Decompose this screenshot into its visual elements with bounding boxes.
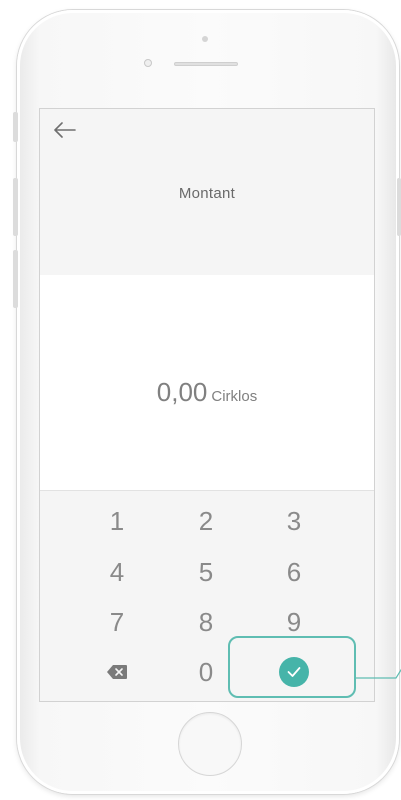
delete-button[interactable] xyxy=(87,652,147,692)
key-3[interactable]: 3 xyxy=(264,501,324,541)
key-1[interactable]: 1 xyxy=(87,501,147,541)
key-5[interactable]: 5 xyxy=(176,552,236,592)
arrow-left-icon xyxy=(54,122,76,138)
key-0[interactable]: 0 xyxy=(176,652,236,692)
back-button[interactable] xyxy=(52,117,78,143)
home-button[interactable] xyxy=(178,712,242,776)
volume-down-button xyxy=(13,250,18,308)
app-screen: Montant 0,00 Cirklos 1 2 3 4 5 6 7 8 9 0 xyxy=(39,108,375,702)
proximity-sensor xyxy=(144,59,152,67)
key-8[interactable]: 8 xyxy=(176,602,236,642)
amount-unit: Cirklos xyxy=(211,388,258,405)
key-4[interactable]: 4 xyxy=(87,552,147,592)
amount-value: 0,00 xyxy=(156,377,208,407)
mute-switch xyxy=(13,112,18,142)
page-title: Montant xyxy=(178,185,236,202)
key-7[interactable]: 7 xyxy=(87,602,147,642)
front-camera xyxy=(202,36,208,42)
callout-line xyxy=(356,668,401,679)
backspace-icon xyxy=(107,665,127,679)
power-button xyxy=(397,178,401,236)
key-6[interactable]: 6 xyxy=(264,552,324,592)
amount-display: 0,00 Cirklos xyxy=(40,377,374,408)
key-2[interactable]: 2 xyxy=(176,501,236,541)
header: Montant xyxy=(40,109,374,275)
confirm-highlight xyxy=(228,636,356,698)
volume-up-button xyxy=(13,178,18,236)
earpiece-speaker xyxy=(174,62,238,66)
